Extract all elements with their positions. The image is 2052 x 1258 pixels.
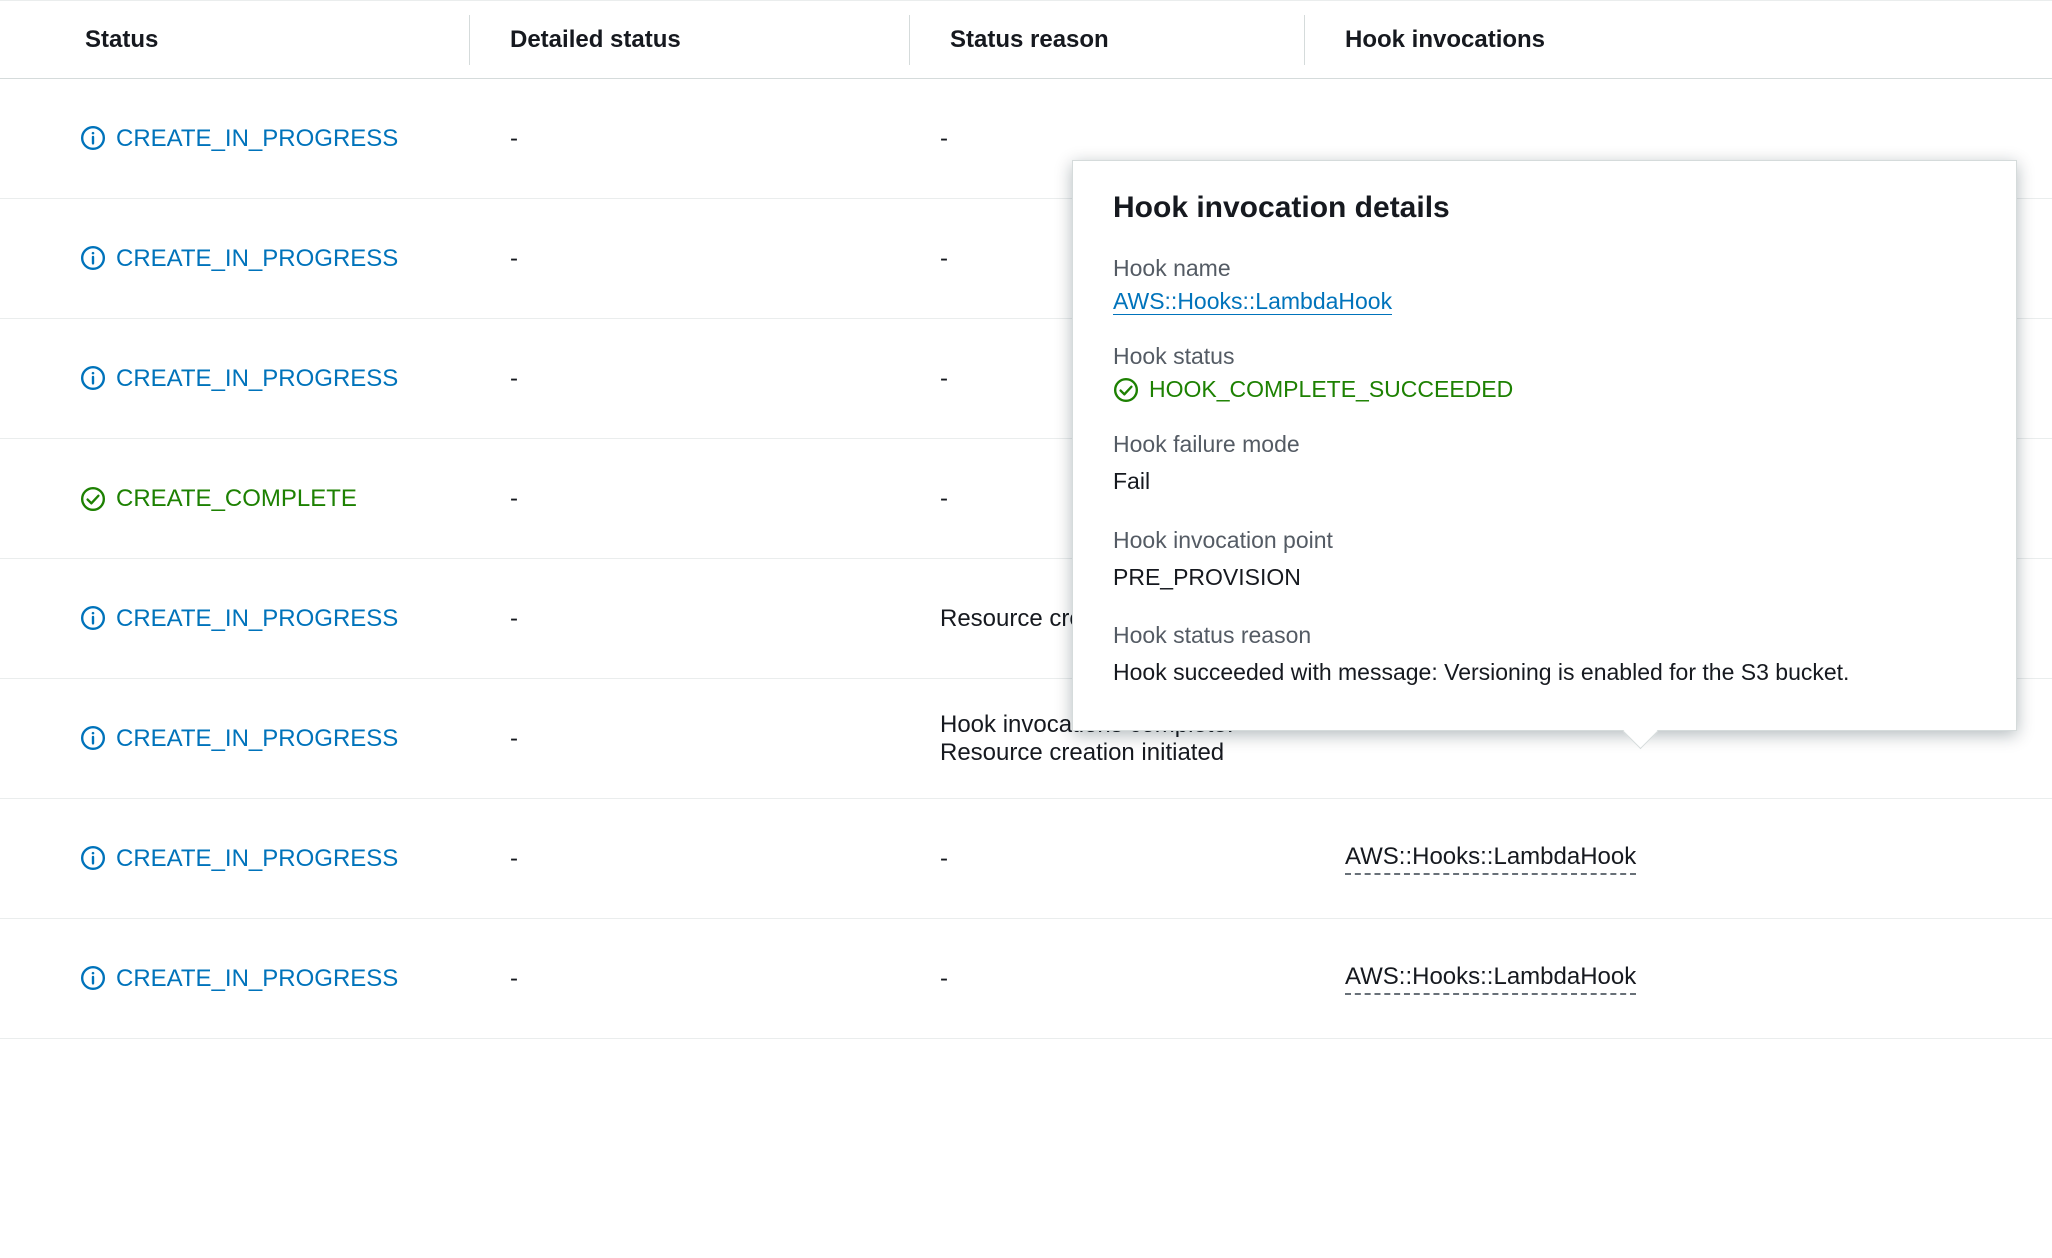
status-indicator: CREATE_IN_PROGRESS	[80, 841, 398, 877]
status-text: CREATE_IN_PROGRESS	[116, 241, 398, 277]
hook-status-reason-value: Hook succeeded with message: Versioning …	[1113, 655, 1976, 690]
hook-status-reason-label: Hook status reason	[1113, 622, 1976, 649]
status-text: CREATE_COMPLETE	[116, 481, 357, 517]
info-circle-icon	[80, 365, 106, 391]
cell-detailed-status: -	[470, 485, 910, 513]
detailed-status-text: -	[510, 365, 518, 393]
hook-status-value: HOOK_COMPLETE_SUCCEEDED	[1113, 376, 1976, 403]
cell-detailed-status: -	[470, 725, 910, 753]
status-text: CREATE_IN_PROGRESS	[116, 841, 398, 877]
status-reason-text: -	[940, 485, 948, 513]
detailed-status-text: -	[510, 725, 518, 753]
hook-failure-mode-value: Fail	[1113, 464, 1976, 499]
cell-status: CREATE_IN_PROGRESS	[30, 601, 470, 637]
cell-status: CREATE_IN_PROGRESS	[30, 241, 470, 277]
status-reason-text: -	[940, 965, 948, 993]
hook-invocation-link[interactable]: AWS::Hooks::LambdaHook	[1345, 843, 1636, 875]
status-text: CREATE_IN_PROGRESS	[116, 961, 398, 997]
column-header-status[interactable]: Status	[30, 15, 470, 65]
info-circle-icon	[80, 245, 106, 271]
cell-detailed-status: -	[470, 845, 910, 873]
status-text: CREATE_IN_PROGRESS	[116, 121, 398, 157]
popover-hook-status-section: Hook status HOOK_COMPLETE_SUCCEEDED	[1113, 343, 1976, 403]
cell-status: CREATE_IN_PROGRESS	[30, 721, 470, 757]
status-text: CREATE_IN_PROGRESS	[116, 361, 398, 397]
status-indicator: CREATE_IN_PROGRESS	[80, 121, 398, 157]
detailed-status-text: -	[510, 485, 518, 513]
status-reason-text: -	[940, 365, 948, 393]
status-indicator: CREATE_IN_PROGRESS	[80, 601, 398, 637]
table-row: CREATE_IN_PROGRESS - - AWS::Hooks::LambdaHo…	[0, 919, 2052, 1039]
popover-hook-name-section: Hook name AWS::Hooks::LambdaHook	[1113, 255, 1976, 315]
hook-invocation-point-label: Hook invocation point	[1113, 527, 1976, 554]
popover-invocation-point-section: Hook invocation point PRE_PROVISION	[1113, 527, 1976, 595]
cell-hook-invocations: AWS::Hooks::LambdaHook	[1305, 843, 2022, 875]
column-header-detailed-status[interactable]: Detailed status	[470, 15, 910, 65]
info-circle-icon	[80, 125, 106, 151]
status-reason-text: -	[940, 245, 948, 273]
hook-invocation-point-value: PRE_PROVISION	[1113, 560, 1976, 595]
cell-detailed-status: -	[470, 605, 910, 633]
cell-detailed-status: -	[470, 125, 910, 153]
detailed-status-text: -	[510, 605, 518, 633]
hook-failure-mode-label: Hook failure mode	[1113, 431, 1976, 458]
detailed-status-text: -	[510, 845, 518, 873]
hook-status-text: HOOK_COMPLETE_SUCCEEDED	[1149, 376, 1513, 403]
status-text: CREATE_IN_PROGRESS	[116, 601, 398, 637]
status-reason-text: -	[940, 125, 948, 153]
cell-status: CREATE_IN_PROGRESS	[30, 121, 470, 157]
status-indicator: CREATE_IN_PROGRESS	[80, 361, 398, 397]
detailed-status-text: -	[510, 245, 518, 273]
cell-detailed-status: -	[470, 965, 910, 993]
table-row: CREATE_IN_PROGRESS - - AWS::Hooks::LambdaHo…	[0, 799, 2052, 919]
info-circle-icon	[80, 845, 106, 871]
column-header-hook-invocations[interactable]: Hook invocations	[1305, 15, 2022, 65]
cell-hook-invocations: AWS::Hooks::LambdaHook	[1305, 963, 2022, 995]
status-indicator: CREATE_IN_PROGRESS	[80, 721, 398, 757]
cell-detailed-status: -	[470, 365, 910, 393]
hook-status-label: Hook status	[1113, 343, 1976, 370]
info-circle-icon	[80, 725, 106, 751]
status-indicator: CREATE_COMPLETE	[80, 481, 357, 517]
cell-status-reason: -	[910, 845, 1305, 873]
column-header-status-reason[interactable]: Status reason	[910, 15, 1305, 65]
popover-title: Hook invocation details	[1113, 191, 1976, 225]
cell-status: CREATE_COMPLETE	[30, 481, 470, 517]
cell-detailed-status: -	[470, 245, 910, 273]
cell-status: CREATE_IN_PROGRESS	[30, 841, 470, 877]
detailed-status-text: -	[510, 125, 518, 153]
status-indicator: CREATE_IN_PROGRESS	[80, 961, 398, 997]
status-indicator: CREATE_IN_PROGRESS	[80, 241, 398, 277]
status-text: CREATE_IN_PROGRESS	[116, 721, 398, 757]
hook-invocation-details-popover: Hook invocation details Hook name AWS::H…	[1072, 160, 2017, 731]
check-circle-icon	[80, 486, 106, 512]
cell-status: CREATE_IN_PROGRESS	[30, 961, 470, 997]
hook-name-link[interactable]: AWS::Hooks::LambdaHook	[1113, 288, 1392, 315]
info-circle-icon	[80, 605, 106, 631]
detailed-status-text: -	[510, 965, 518, 993]
cell-status-reason: -	[910, 125, 1305, 153]
status-reason-text: -	[940, 845, 948, 873]
popover-failure-mode-section: Hook failure mode Fail	[1113, 431, 1976, 499]
popover-status-reason-section: Hook status reason Hook succeeded with m…	[1113, 622, 1976, 690]
info-circle-icon	[80, 965, 106, 991]
check-circle-icon	[1113, 377, 1139, 403]
cell-status-reason: -	[910, 965, 1305, 993]
hook-invocation-link[interactable]: AWS::Hooks::LambdaHook	[1345, 963, 1636, 995]
table-header-row: Status Detailed status Status reason Hoo…	[0, 1, 2052, 79]
hook-name-label: Hook name	[1113, 255, 1976, 282]
cell-status: CREATE_IN_PROGRESS	[30, 361, 470, 397]
